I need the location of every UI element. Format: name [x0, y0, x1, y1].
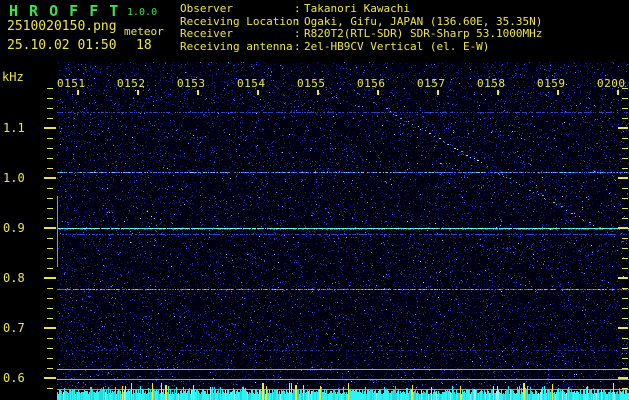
info-value: 2el-HB9CV Vertical (el. E-W) — [304, 39, 490, 53]
meteor-count: 18 — [136, 38, 152, 53]
time-tick-label: 0158 — [477, 77, 506, 90]
time-tick-label: 0152 — [117, 77, 146, 90]
freq-tick-label: 0.8 — [3, 271, 25, 285]
time-tick-label: 0155 — [297, 77, 326, 90]
time-tick-label: 0154 — [237, 77, 266, 90]
time-tick-label: 0157 — [417, 77, 446, 90]
freq-tick-label: 0.9 — [3, 221, 25, 235]
freq-tick-label: 0.7 — [3, 321, 25, 335]
info-colon: : — [294, 2, 301, 15]
time-tick-label: 0200 — [597, 77, 626, 90]
info-label: Receiver — [180, 27, 233, 40]
info-row-receiver: Receiver : R820T2(RTL-SDR) SDR-Sharp 53.… — [180, 27, 628, 41]
app-title: H R O F F T — [9, 2, 120, 20]
time-tick-label: 0151 — [57, 77, 86, 90]
time-tick-label: 0156 — [357, 77, 386, 90]
freq-tick-label: 0.6 — [3, 371, 25, 385]
app-version: 1.0.0 — [127, 7, 158, 18]
hrofft-screen: H R O F F T 1.0.0 2510020150.png meteor … — [0, 0, 629, 400]
time-tick-label: 0159 — [537, 77, 566, 90]
station-info: Observer : Takanori Kawachi Receiving Lo… — [180, 2, 628, 54]
freq-tick-label: 1.1 — [3, 121, 25, 135]
mode-label: meteor — [124, 25, 164, 38]
time-tick-label: 0153 — [177, 77, 206, 90]
info-value: R820T2(RTL-SDR) SDR-Sharp 53.1000MHz — [304, 27, 543, 40]
output-filename: 2510020150.png — [7, 19, 117, 34]
info-colon: : — [294, 39, 301, 53]
info-colon: : — [294, 27, 301, 40]
freq-tick-label: 1.0 — [3, 171, 25, 185]
info-label: Receiving antenna — [180, 39, 293, 53]
datetime-label: 25.10.02 01:50 — [7, 38, 117, 53]
info-row-antenna: Receiving antenna : 2el-HB9CV Vertical (… — [180, 39, 628, 54]
spectrogram-canvas — [0, 0, 629, 400]
khz-unit-label: kHz — [2, 70, 24, 84]
info-label: Observer — [180, 2, 233, 15]
info-row-observer: Observer : Takanori Kawachi — [180, 2, 628, 16]
info-value: Takanori Kawachi — [304, 2, 410, 15]
